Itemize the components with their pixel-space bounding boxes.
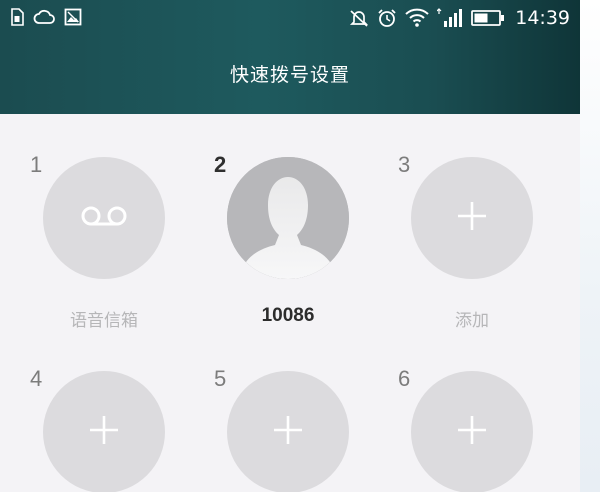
plus-icon (89, 415, 119, 449)
slot-number: 2 (214, 152, 227, 177)
page-title: 快速拨号设置 (229, 64, 350, 86)
scroll-edge (580, 0, 600, 492)
slot-number: 5 (214, 366, 227, 391)
add-contact-button[interactable] (411, 371, 533, 492)
plus-icon (273, 415, 303, 449)
add-contact-button[interactable] (227, 371, 349, 492)
plus-icon (457, 201, 487, 235)
speed-dial-grid: 1 语音信箱 2 10086 3 添加 4 5 6 (0, 114, 580, 492)
status-time: 14:39 (515, 7, 570, 29)
slot-number: 6 (398, 366, 411, 391)
contact-avatar-icon (227, 157, 349, 279)
sim-card-icon (10, 8, 24, 26)
voicemail-button[interactable] (43, 157, 165, 279)
slot-number: 1 (30, 152, 43, 177)
slot-number: 3 (398, 152, 411, 177)
wifi-icon (405, 8, 429, 28)
cloud-icon (33, 9, 55, 25)
plus-icon (457, 415, 487, 449)
add-contact-button[interactable] (43, 371, 165, 492)
slot-label: 添加 (455, 311, 489, 331)
slot-label: 语音信箱 (70, 311, 138, 331)
battery-icon (471, 9, 505, 27)
image-icon (64, 8, 82, 26)
mute-icon (349, 8, 369, 28)
status-bar: 14:39 (0, 0, 580, 36)
voicemail-icon (80, 205, 128, 231)
add-contact-button[interactable] (411, 157, 533, 279)
contact-avatar-button[interactable] (227, 157, 349, 279)
slot-number: 4 (30, 366, 43, 391)
app-header: 14:39 快速拨号设置 (0, 0, 580, 114)
signal-icon (437, 7, 463, 29)
slot-label: 10086 (261, 305, 315, 326)
alarm-icon (377, 8, 397, 28)
